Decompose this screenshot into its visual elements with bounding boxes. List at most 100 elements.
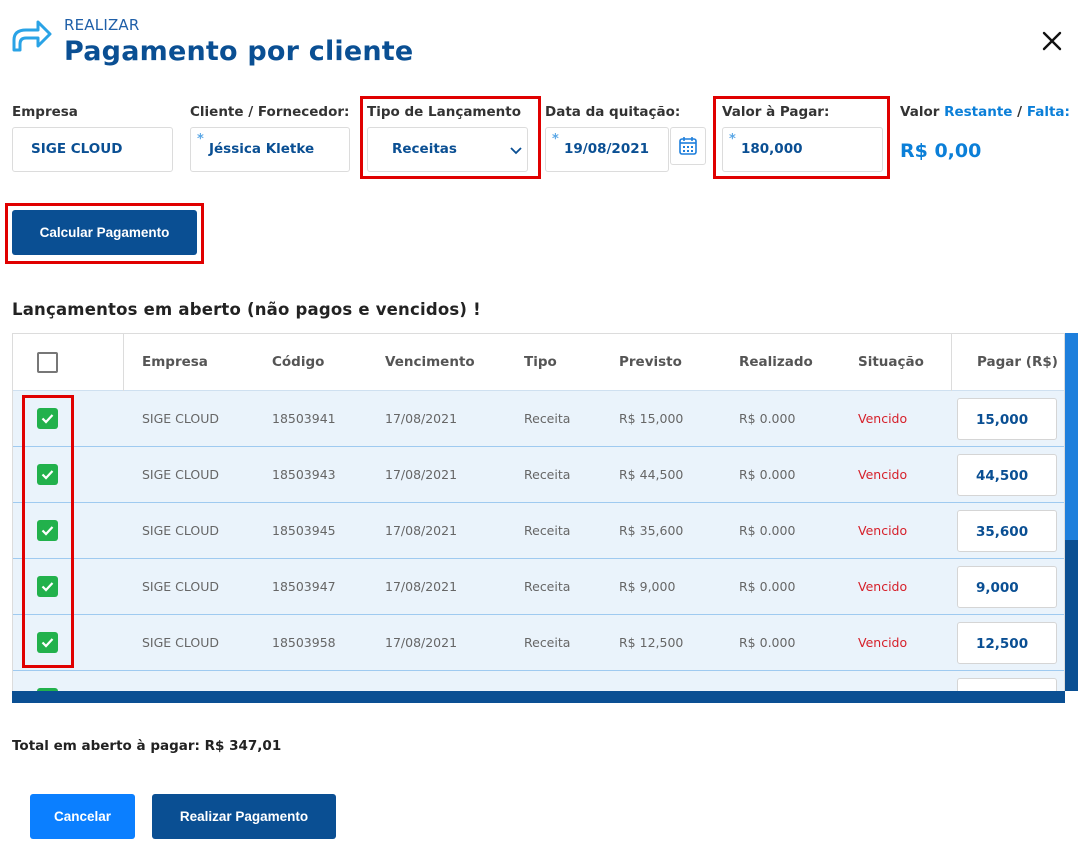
data-label: Data da quitação:: [545, 104, 681, 120]
falta-link: Falta:: [1026, 104, 1070, 120]
required-mark: *: [729, 132, 736, 147]
cell-empresa: SIGE CLOUD: [142, 635, 220, 650]
valor-restante-value: R$ 0,00: [900, 140, 982, 162]
calcular-pagamento-button[interactable]: Calcular Pagamento: [12, 210, 197, 255]
horizontal-scrollbar[interactable]: [12, 691, 1065, 703]
cell-realizado: R$ 0.000: [739, 579, 796, 594]
restante-link: Restante: [944, 104, 1013, 120]
pagar-value: 12,500: [976, 636, 1029, 652]
col-realizado: Realizado: [739, 354, 813, 370]
total-em-aberto: Total em aberto à pagar: R$ 347,01: [12, 738, 282, 754]
cell-codigo: 18503947: [272, 579, 336, 594]
cell-empresa: SIGE CLOUD: [142, 467, 220, 482]
empresa-field[interactable]: SIGE CLOUD: [12, 127, 173, 172]
pagar-input[interactable]: 35,600: [957, 510, 1057, 552]
pagar-input[interactable]: 15,000: [957, 398, 1057, 440]
col-empresa: Empresa: [142, 354, 208, 370]
cell-vencimento: 17/08/2021: [385, 635, 458, 650]
column-divider: [123, 334, 124, 391]
valor-pagar-field[interactable]: * 180,000: [722, 127, 883, 172]
empresa-value: SIGE CLOUD: [31, 141, 123, 157]
section-title: Lançamentos em aberto (não pagos e venci…: [12, 300, 481, 319]
cell-codigo: 18503943: [272, 467, 336, 482]
pagar-value: 15,000: [976, 412, 1029, 428]
table-row: SIGE CLOUD 18503945 17/08/2021 Receita R…: [13, 503, 1064, 559]
calendar-button[interactable]: [670, 127, 706, 165]
cliente-field[interactable]: * Jéssica Kletke: [190, 127, 350, 172]
cell-realizado: R$ 0.000: [739, 467, 796, 482]
cell-previsto: R$ 44,500: [619, 467, 684, 482]
cell-previsto: R$ 15,000: [619, 411, 684, 426]
pagar-value: 35,600: [976, 524, 1029, 540]
cell-vencimento: 17/08/2021: [385, 523, 458, 538]
cell-situacao: Vencido: [858, 635, 908, 650]
tipo-select[interactable]: Receitas: [367, 127, 528, 172]
cell-vencimento: 17/08/2021: [385, 411, 458, 426]
realizar-pagamento-button[interactable]: Realizar Pagamento: [152, 794, 336, 839]
col-codigo: Código: [272, 354, 325, 370]
cell-realizado: R$ 0.000: [739, 411, 796, 426]
cell-tipo: Receita: [524, 523, 571, 538]
cell-codigo: 18503958: [272, 635, 336, 650]
cell-tipo: Receita: [524, 635, 571, 650]
cancel-button[interactable]: Cancelar: [30, 794, 135, 839]
data-value: 19/08/2021: [564, 141, 650, 157]
required-mark: *: [552, 132, 559, 147]
cell-empresa: SIGE CLOUD: [142, 523, 220, 538]
chevron-down-icon: [510, 147, 522, 155]
valor-restante-label: Valor Restante / Falta:: [900, 104, 1070, 120]
valor-sep: /: [1017, 104, 1023, 120]
cliente-label: Cliente / Fornecedor:: [190, 104, 350, 120]
cell-previsto: R$ 9,000: [619, 579, 676, 594]
cell-previsto: R$ 35,600: [619, 523, 684, 538]
cell-situacao: Vencido: [858, 467, 908, 482]
cell-tipo: Receita: [524, 467, 571, 482]
valor-pagar-label: Valor à Pagar:: [722, 104, 830, 120]
cell-situacao: Vencido: [858, 411, 908, 426]
pagar-value: 9,000: [976, 580, 1019, 596]
cell-previsto: R$ 12,500: [619, 635, 684, 650]
valor-pagar-value: 180,000: [741, 141, 803, 157]
table-row: SIGE CLOUD 18503947 17/08/2021 Receita R…: [13, 559, 1064, 615]
cell-vencimento: 17/08/2021: [385, 467, 458, 482]
share-arrow-icon: [12, 20, 52, 52]
cell-tipo: Receita: [524, 411, 571, 426]
calendar-icon: [679, 137, 697, 155]
pagar-input[interactable]: 44,500: [957, 454, 1057, 496]
data-field[interactable]: * 19/08/2021: [545, 127, 669, 172]
col-pagar: Pagar (R$): [977, 354, 1058, 370]
required-mark: *: [197, 132, 204, 147]
cell-codigo: 18503945: [272, 523, 336, 538]
table-header: Empresa Código Vencimento Tipo Previsto …: [13, 334, 1064, 391]
cell-realizado: R$ 0.000: [739, 635, 796, 650]
close-icon[interactable]: [1039, 28, 1065, 54]
pagar-input[interactable]: 12,500: [957, 622, 1057, 664]
tipo-value: Receitas: [392, 141, 457, 157]
table-row: SIGE CLOUD 18503941 17/08/2021 Receita R…: [13, 391, 1064, 447]
highlight-checkboxes: [22, 395, 74, 668]
cell-vencimento: 17/08/2021: [385, 579, 458, 594]
cliente-value: Jéssica Kletke: [209, 141, 315, 157]
cell-tipo: Receita: [524, 579, 571, 594]
cell-empresa: SIGE CLOUD: [142, 411, 220, 426]
header-subtitle: REALIZAR: [64, 16, 140, 34]
cell-empresa: SIGE CLOUD: [142, 579, 220, 594]
page-title: Pagamento por cliente: [64, 36, 414, 67]
vertical-scrollbar-thumb[interactable]: [1065, 540, 1078, 691]
col-previsto: Previsto: [619, 354, 682, 370]
table-row: SIGE CLOUD 18503958 17/08/2021 Receita R…: [13, 615, 1064, 671]
pagar-value: 44,500: [976, 468, 1029, 484]
tipo-label: Tipo de Lançamento: [367, 104, 521, 120]
col-vencimento: Vencimento: [385, 354, 475, 370]
empresa-label: Empresa: [12, 104, 78, 120]
pagar-input[interactable]: 9,000: [957, 566, 1057, 608]
valor-prefix: Valor: [900, 104, 940, 120]
cell-situacao: Vencido: [858, 523, 908, 538]
select-all-checkbox[interactable]: [37, 352, 58, 373]
cell-situacao: Vencido: [858, 579, 908, 594]
col-tipo: Tipo: [524, 354, 557, 370]
lancamentos-table: Empresa Código Vencimento Tipo Previsto …: [12, 333, 1065, 703]
cell-realizado: R$ 0.000: [739, 523, 796, 538]
cell-codigo: 18503941: [272, 411, 336, 426]
col-situacao: Situação: [858, 354, 924, 370]
